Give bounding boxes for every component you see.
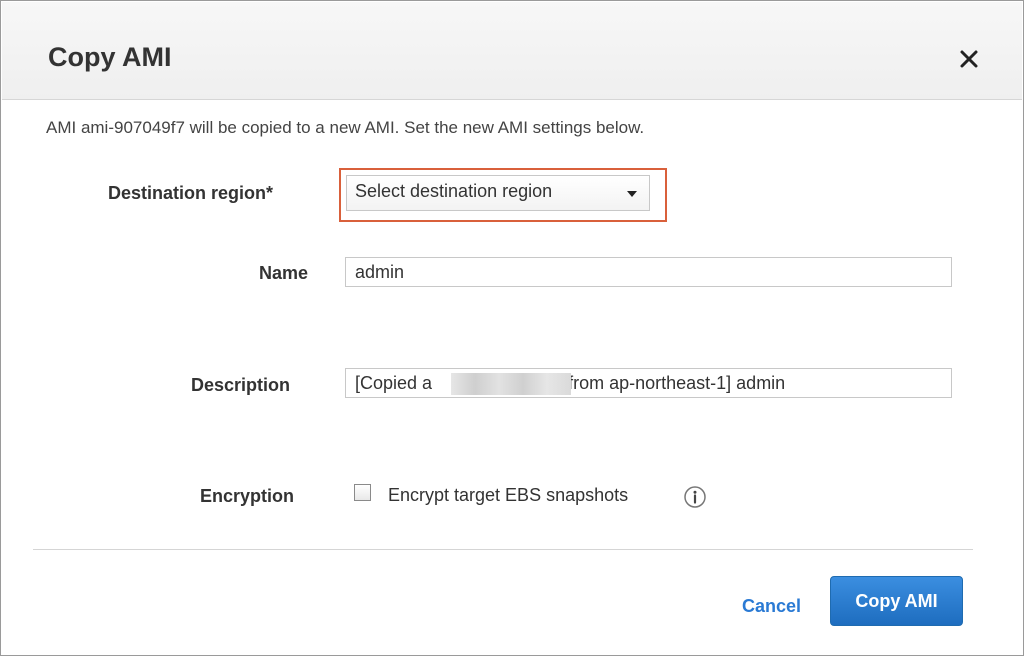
chevron-down-icon	[627, 191, 637, 197]
encrypt-snapshots-checkbox[interactable]	[354, 484, 371, 501]
dialog-title: Copy AMI	[48, 42, 172, 72]
name-label: Name	[259, 263, 309, 283]
copy-ami-dialog: Copy AMI AMI ami-907049f7 will be copied…	[0, 0, 1024, 656]
description-input[interactable]: [Copied a from ap-northeast-1] admin	[345, 368, 952, 398]
info-icon[interactable]	[683, 485, 707, 509]
redacted-region	[451, 373, 571, 395]
destination-region-label: Destination region*	[108, 183, 274, 203]
name-input[interactable]	[345, 257, 952, 287]
encryption-label: Encryption	[200, 486, 295, 506]
description-value-suffix: from ap-northeast-1] admin	[568, 373, 786, 393]
description-label: Description	[191, 375, 291, 395]
close-icon[interactable]	[956, 46, 982, 72]
destination-region-value: Select destination region	[355, 181, 553, 201]
description-value-prefix: [Copied a	[355, 373, 433, 393]
dialog-header: Copy AMI	[2, 2, 1022, 100]
destination-region-select[interactable]: Select destination region	[346, 175, 650, 211]
dialog-intro-text: AMI ami-907049f7 will be copied to a new…	[46, 118, 645, 137]
copy-ami-button[interactable]: Copy AMI	[830, 576, 963, 626]
cancel-button[interactable]: Cancel	[742, 596, 801, 617]
encrypt-snapshots-label: Encrypt target EBS snapshots	[388, 485, 629, 505]
footer-divider	[33, 549, 973, 550]
